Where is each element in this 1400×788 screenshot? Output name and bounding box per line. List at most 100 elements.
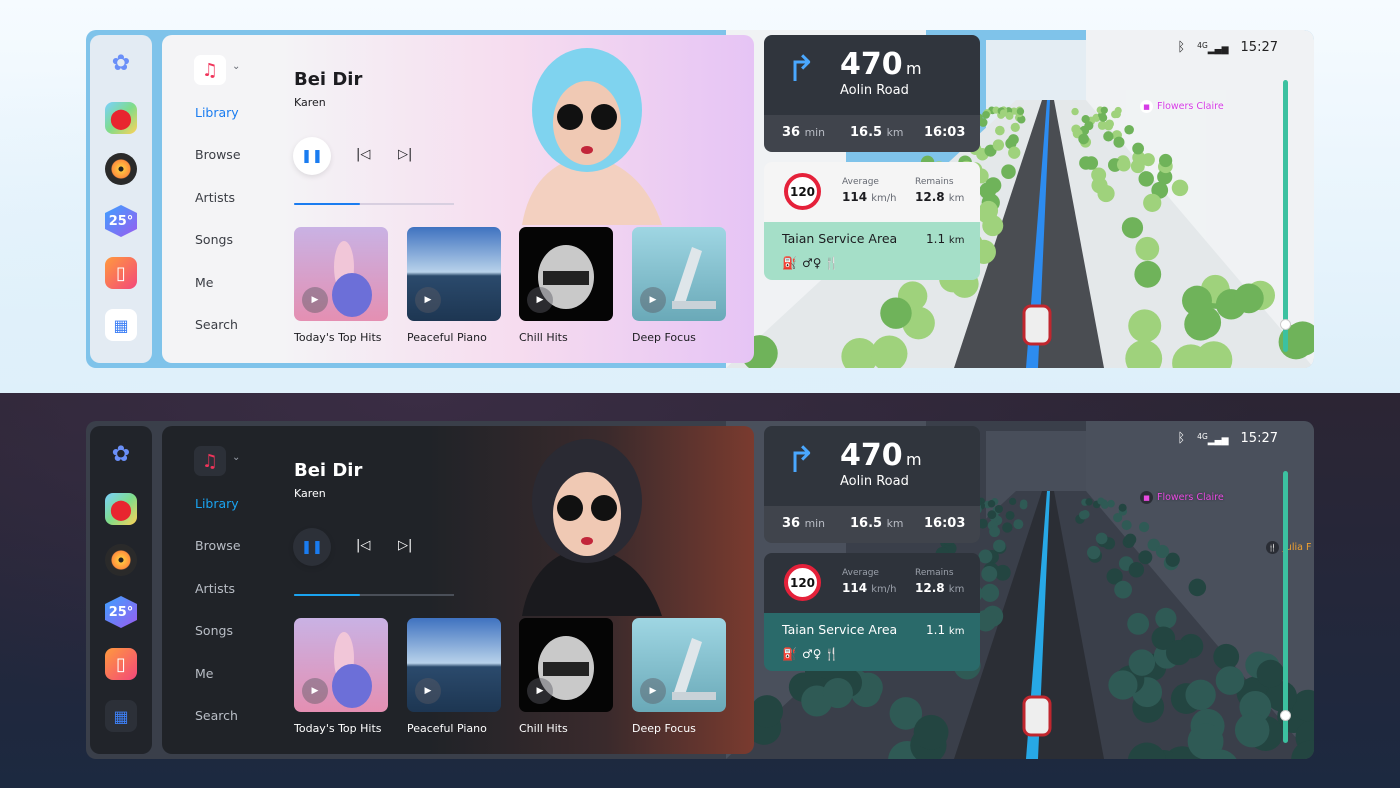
eta-duration-value: 36 (782, 125, 801, 140)
map-tree (1159, 153, 1173, 168)
pause-icon: ❚❚ (301, 148, 323, 164)
dashboard-screen-dark: ✿ ⬤ 25° ▯ ▦ ♫ ⌄ Library Browse Artists S… (86, 421, 1314, 759)
album-label: Peaceful Piano (407, 331, 487, 344)
nav-songs[interactable]: Songs (195, 623, 233, 638)
nav-browse[interactable]: Browse (195, 147, 241, 162)
album-todays-top-hits[interactable]: ▶ (294, 618, 388, 712)
album-chill-hits[interactable]: ▶ (519, 618, 613, 712)
remaining-distance-value: 16.5 (850, 125, 883, 140)
next-track-button[interactable]: ▷| (398, 538, 412, 553)
service-area-panel[interactable]: Taian Service Area 1.1 km ⛽ ♂♀ 🍴 (764, 613, 980, 671)
zoom-slider-handle[interactable] (1280, 709, 1291, 721)
music-player: ♫ ⌄ Library Browse Artists Songs Me Sear… (162, 426, 754, 754)
music-app-icon[interactable] (105, 544, 137, 576)
service-area-panel[interactable]: Taian Service Area 1.1 km ⛽ ♂♀ 🍴 (764, 222, 980, 280)
nav-artists[interactable]: Artists (195, 581, 235, 596)
album-peaceful-piano[interactable]: ▶ (407, 618, 501, 712)
average-speed-unit: km/h (871, 584, 897, 595)
dashboard-screen-light: ✿ ⬤ 25° ▯ ▦ ♫ ⌄ Library Browse Artists S… (86, 30, 1314, 368)
nav-search[interactable]: Search (195, 708, 238, 723)
poi-flowers-claire[interactable]: ■ Flowers Claire (1140, 491, 1224, 504)
album-deep-focus[interactable]: ▶ (632, 227, 726, 321)
nav-library[interactable]: Library (195, 105, 239, 120)
network-type: 4G (1197, 40, 1208, 50)
music-note-icon: ♫ (201, 59, 219, 81)
all-apps-icon[interactable]: ▦ (105, 309, 137, 341)
map-tree (987, 500, 996, 508)
status-bar: ᛒ 4G▂▄▆ 15:27 (1177, 431, 1278, 446)
album-label: Deep Focus (632, 722, 696, 735)
home-logo-icon[interactable]: ✿ (105, 47, 137, 79)
play-icon[interactable]: ▶ (302, 287, 328, 313)
car-app-icon[interactable]: ▯ (105, 648, 137, 680)
album-label: Today's Top Hits (294, 331, 382, 344)
map-tree (994, 564, 1011, 581)
maps-app-icon[interactable]: ⬤ (105, 102, 137, 134)
eta-duration-unit: min (804, 126, 826, 139)
fuel-icon: ⛽ (782, 647, 797, 661)
play-icon[interactable]: ▶ (415, 287, 441, 313)
previous-track-button[interactable]: |◁ (356, 147, 370, 162)
average-speed-value: 114 (842, 581, 868, 595)
eta-duration: 36 min (782, 516, 825, 531)
turn-right-arrow-icon: ↱ (786, 440, 817, 481)
poi-flowers-claire[interactable]: ■ Flowers Claire (1140, 100, 1224, 113)
weather-app-icon[interactable]: 25° (105, 596, 137, 628)
zoom-slider-handle[interactable] (1280, 318, 1291, 330)
map-zoom-slider[interactable] (1280, 471, 1291, 743)
poi-label: Flowers Claire (1157, 101, 1224, 112)
album-deep-focus[interactable]: ▶ (632, 618, 726, 712)
nav-browse[interactable]: Browse (195, 538, 241, 553)
next-track-button[interactable]: ▷| (398, 147, 412, 162)
album-todays-top-hits[interactable]: ▶ (294, 227, 388, 321)
music-app-icon[interactable] (105, 153, 137, 185)
map-tree (1128, 309, 1162, 343)
music-app-switcher[interactable]: ♫ (194, 446, 226, 476)
pause-button[interactable]: ❚❚ (293, 137, 331, 175)
maps-app-icon[interactable]: ⬤ (105, 493, 137, 525)
track-title: Bei Dir (294, 69, 363, 90)
weather-app-icon[interactable]: 25° (105, 205, 137, 237)
music-app-switcher[interactable]: ♫ (194, 55, 226, 85)
remains-distance-value: 12.8 (915, 190, 945, 204)
eta-duration-unit: min (804, 517, 826, 530)
car-app-icon[interactable]: ▯ (105, 257, 137, 289)
map-tree (1001, 164, 1016, 179)
track-artist: Karen (294, 487, 326, 500)
nav-library[interactable]: Library (195, 496, 239, 511)
nav-songs[interactable]: Songs (195, 232, 233, 247)
play-icon[interactable]: ▶ (302, 678, 328, 704)
service-area-distance: 1.1 km (926, 623, 964, 637)
album-peaceful-piano[interactable]: ▶ (407, 227, 501, 321)
map-tree (1009, 497, 1017, 506)
app-dock: ✿ ⬤ 25° ▯ ▦ (90, 35, 152, 363)
play-icon[interactable]: ▶ (640, 287, 666, 313)
poi-julia-f[interactable]: 🍴 Julia F (1266, 541, 1311, 554)
play-icon[interactable]: ▶ (527, 287, 553, 313)
chevron-down-icon[interactable]: ⌄ (232, 452, 240, 463)
street-name: Aolin Road (840, 474, 909, 489)
remains-distance-unit: km (948, 584, 965, 595)
chevron-down-icon[interactable]: ⌄ (232, 61, 240, 72)
album-chill-hits[interactable]: ▶ (519, 227, 613, 321)
nav-me[interactable]: Me (195, 666, 213, 681)
map-tree (978, 549, 993, 564)
service-distance-unit: km (948, 235, 965, 246)
poi-label: Flowers Claire (1157, 492, 1224, 503)
map-tree (1100, 106, 1108, 114)
play-icon[interactable]: ▶ (415, 678, 441, 704)
home-logo-icon[interactable]: ✿ (105, 438, 137, 470)
pause-button[interactable]: ❚❚ (293, 528, 331, 566)
playback-progress[interactable] (294, 203, 454, 205)
playback-progress[interactable] (294, 594, 454, 596)
nav-me[interactable]: Me (195, 275, 213, 290)
nav-artists[interactable]: Artists (195, 190, 235, 205)
all-apps-icon[interactable]: ▦ (105, 700, 137, 732)
previous-track-button[interactable]: |◁ (356, 538, 370, 553)
map-zoom-slider[interactable] (1280, 80, 1291, 352)
map-tree (985, 177, 1002, 194)
album-label: Chill Hits (519, 722, 568, 735)
nav-search[interactable]: Search (195, 317, 238, 332)
play-icon[interactable]: ▶ (527, 678, 553, 704)
play-icon[interactable]: ▶ (640, 678, 666, 704)
